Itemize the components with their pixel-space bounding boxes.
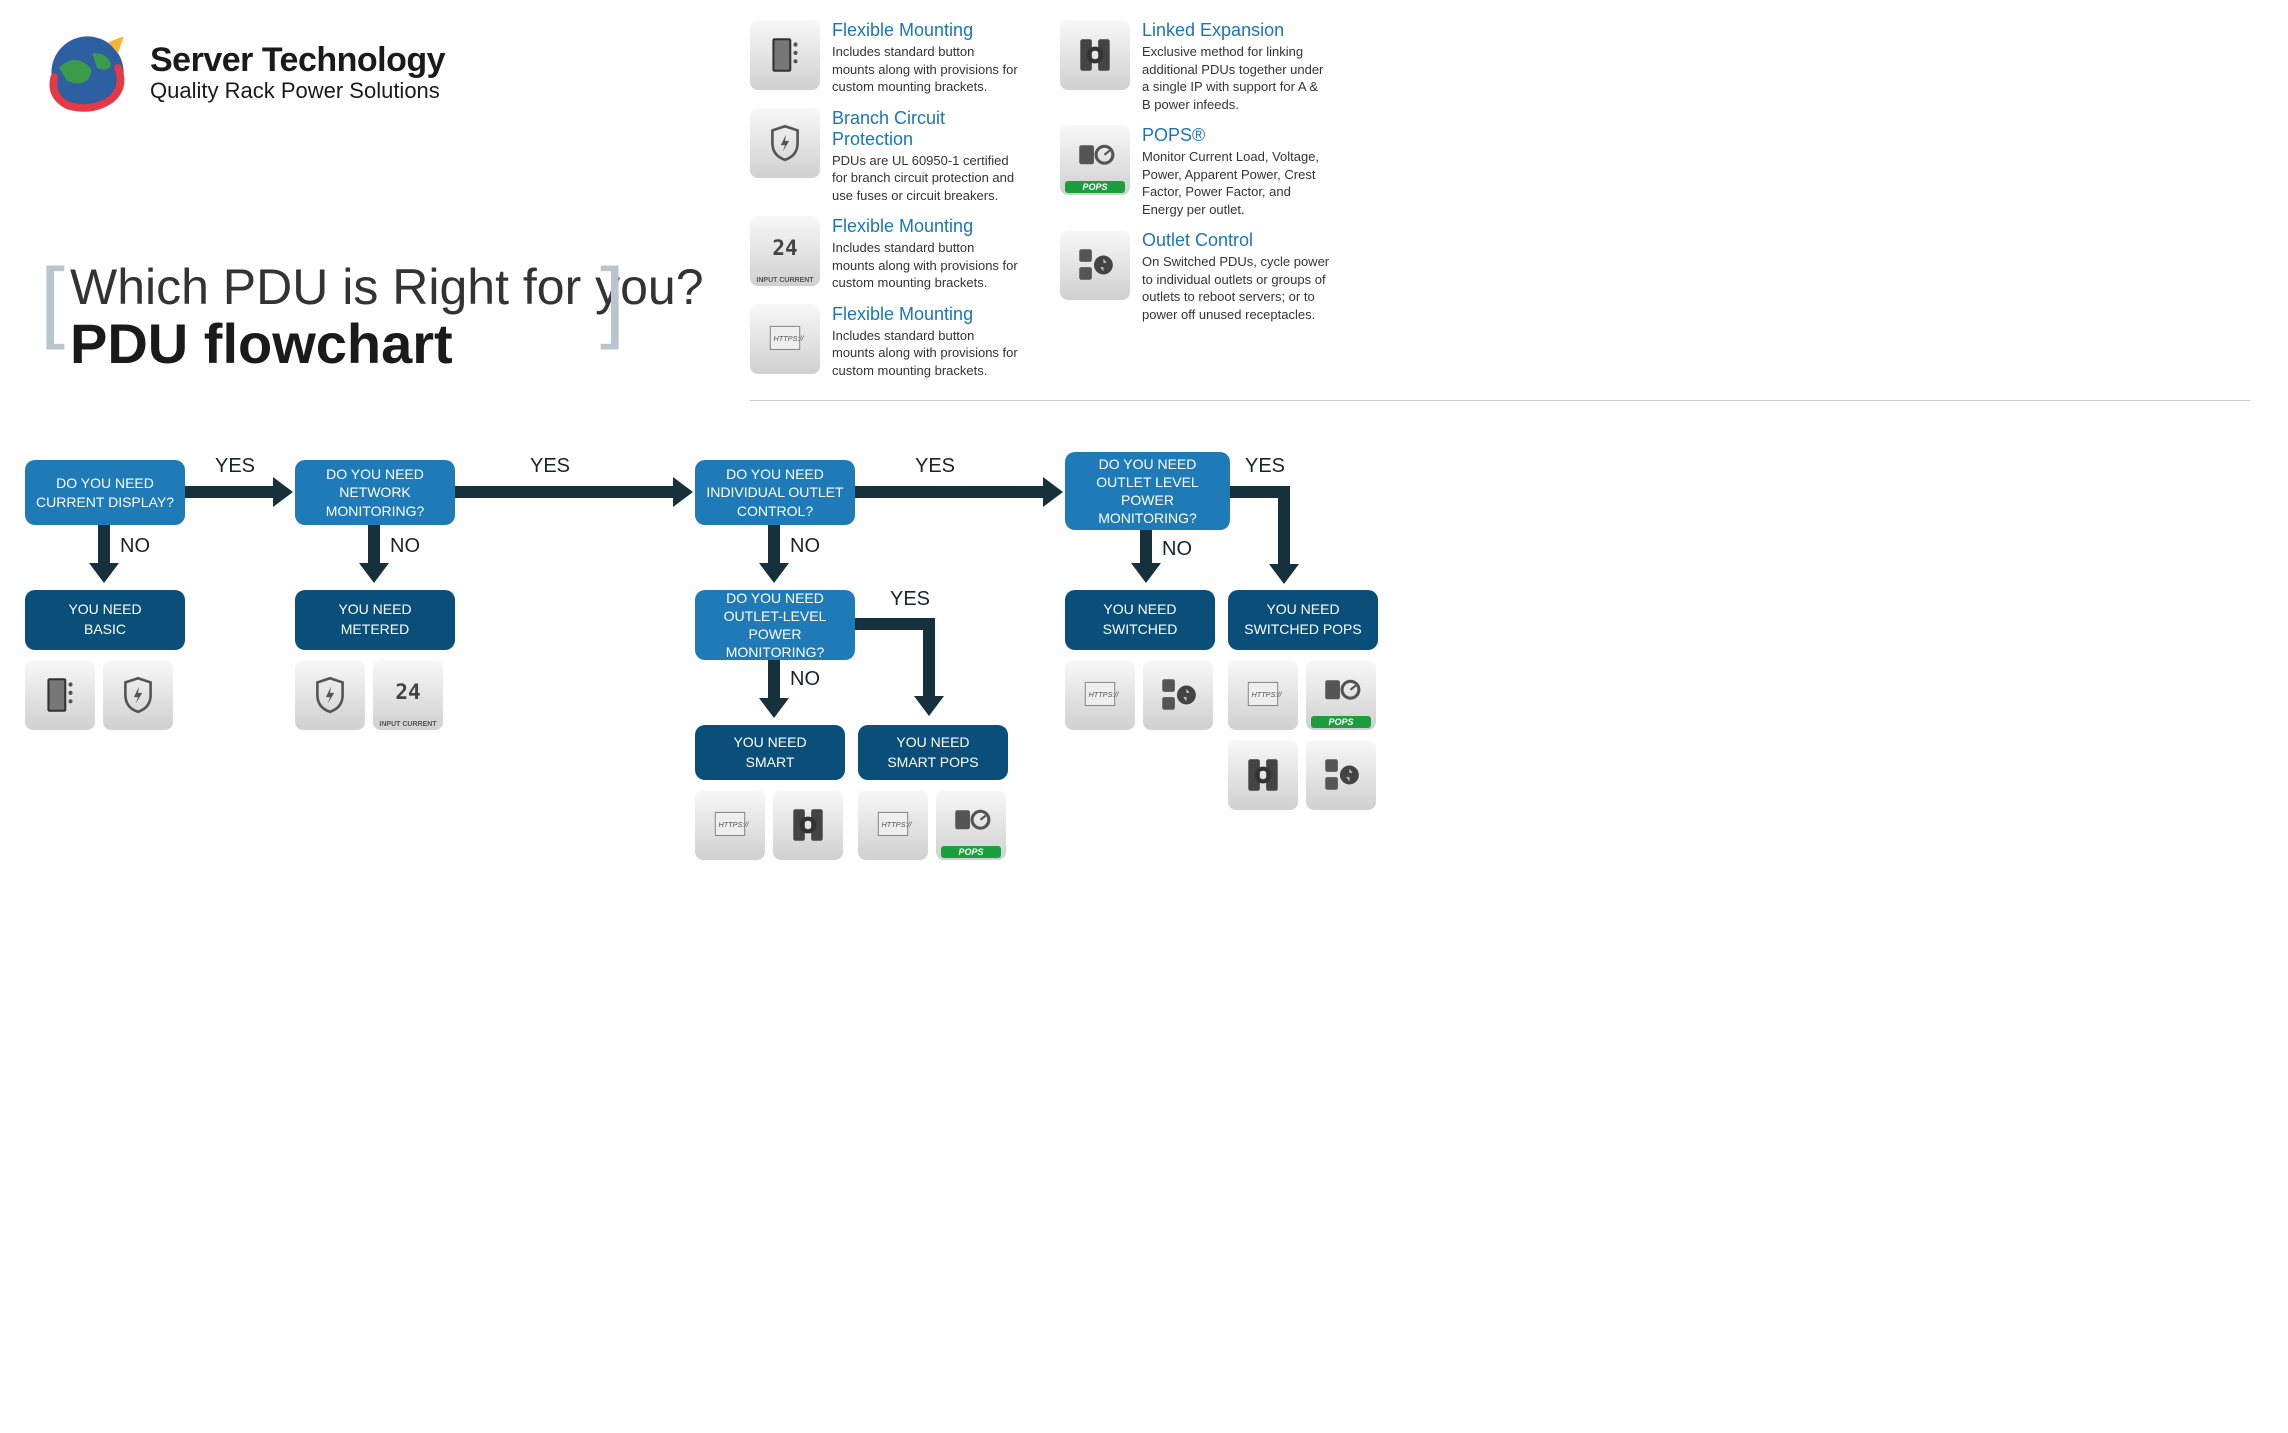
result-switched: YOU NEED SWITCHED	[1065, 590, 1215, 650]
link-icon	[1060, 20, 1130, 90]
svg-text:HTTPS://: HTTPS://	[718, 820, 749, 829]
svg-text:HTTPS://: HTTPS://	[773, 334, 804, 343]
label-yes: YES	[215, 455, 255, 478]
https-icon: HTTPS://	[695, 790, 765, 860]
label-yes: YES	[1245, 455, 1285, 478]
pops-icon: POPS	[936, 790, 1006, 860]
shield-icon	[103, 660, 173, 730]
logo-subtitle: Quality Rack Power Solutions	[150, 78, 445, 104]
arrow-yes	[1278, 486, 1290, 566]
https-icon: HTTPS://	[750, 304, 820, 374]
svg-text:24: 24	[395, 680, 420, 704]
shield-icon	[295, 660, 365, 730]
arrow-no	[768, 525, 780, 565]
https-icon: HTTPS://	[1065, 660, 1135, 730]
pops-icon: POPS	[1306, 660, 1376, 730]
feature-title: Flexible Mounting	[832, 216, 1020, 237]
question-outlet-control: DO YOU NEED INDIVIDUAL OUTLET CONTROL?	[695, 460, 855, 525]
logo-title: Server Technology	[150, 41, 445, 80]
label-yes: YES	[890, 588, 930, 611]
svg-text:HTTPS://: HTTPS://	[1251, 690, 1282, 699]
feature-desc: PDUs are UL 60950-1 certified for branch…	[832, 152, 1020, 205]
logo: Server Technology Quality Rack Power Sol…	[40, 25, 445, 120]
shield-icon	[750, 108, 820, 178]
icons-switched: HTTPS://	[1065, 660, 1213, 730]
flowchart: DO YOU NEED CURRENT DISPLAY? YES NO YOU …	[20, 450, 2270, 950]
label-no: NO	[790, 535, 820, 558]
icons-smart-pops: HTTPS:// POPS	[858, 790, 1006, 860]
feature-title: Branch Circuit Protection	[832, 108, 1020, 150]
feature-item: Branch Circuit ProtectionPDUs are UL 609…	[750, 108, 1020, 205]
outlet-icon	[1306, 740, 1376, 810]
label-no: NO	[1162, 538, 1192, 561]
outlet-icon	[1060, 230, 1130, 300]
icons-smart: HTTPS://	[695, 790, 843, 860]
feature-item: HTTPS:// Flexible MountingIncludes standa…	[750, 304, 1020, 380]
question-network-monitoring: DO YOU NEED NETWORK MONITORING?	[295, 460, 455, 525]
svg-text:HTTPS://: HTTPS://	[881, 820, 912, 829]
feature-item: Linked ExpansionExclusive method for lin…	[1060, 20, 1330, 113]
https-icon: HTTPS://	[858, 790, 928, 860]
result-switched-pops: YOU NEED SWITCHED POPS	[1228, 590, 1378, 650]
arrow-no	[98, 525, 110, 565]
result-basic: YOU NEED BASIC	[25, 590, 185, 650]
rack-icon	[750, 20, 820, 90]
question-outlet-level-monitoring: DO YOU NEED OUTLET LEVEL POWER MONITORIN…	[1065, 452, 1230, 530]
label-yes: YES	[915, 455, 955, 478]
icons-switched-pops: HTTPS:// POPS	[1228, 660, 1376, 730]
label-no: NO	[120, 535, 150, 558]
feature-desc: Includes standard button mounts along wi…	[832, 239, 1020, 292]
arrow-yes	[923, 618, 935, 698]
result-smart: YOU NEED SMART	[695, 725, 845, 780]
feature-title: Flexible Mounting	[832, 304, 1020, 325]
arrow-no	[1140, 530, 1152, 565]
arrow-no	[768, 660, 780, 700]
display24-icon: 24INPUT CURRENT	[750, 216, 820, 286]
divider	[750, 400, 2250, 401]
feature-desc: Includes standard button mounts along wi…	[832, 327, 1020, 380]
https-icon: HTTPS://	[1228, 660, 1298, 730]
result-metered: YOU NEED METERED	[295, 590, 455, 650]
arrow-no	[368, 525, 380, 565]
icons-switched-pops-2	[1228, 740, 1376, 810]
arrow-yes	[455, 486, 675, 498]
feature-title: Outlet Control	[1142, 230, 1330, 251]
arrow-yes	[185, 486, 275, 498]
feature-item: Flexible MountingIncludes standard butto…	[750, 20, 1020, 96]
feature-desc: Monitor Current Load, Voltage, Power, Ap…	[1142, 148, 1330, 218]
feature-title: POPS®	[1142, 125, 1330, 146]
icons-basic	[25, 660, 173, 730]
feature-title: Linked Expansion	[1142, 20, 1330, 41]
feature-desc: Exclusive method for linking additional …	[1142, 43, 1330, 113]
link-icon	[773, 790, 843, 860]
result-smart-pops: YOU NEED SMART POPS	[858, 725, 1008, 780]
svg-text:24: 24	[772, 236, 797, 260]
arrow-yes	[855, 486, 1045, 498]
feature-desc: Includes standard button mounts along wi…	[832, 43, 1020, 96]
icons-metered: 24INPUT CURRENT	[295, 660, 443, 730]
svg-text:HTTPS://: HTTPS://	[1088, 690, 1119, 699]
label-no: NO	[390, 535, 420, 558]
link-icon	[1228, 740, 1298, 810]
feature-item: POPS POPS®Monitor Current Load, Voltage, …	[1060, 125, 1330, 218]
pops-icon: POPS	[1060, 125, 1130, 195]
label-yes: YES	[530, 455, 570, 478]
feature-item: 24INPUT CURRENT Flexible MountingIncludes…	[750, 216, 1020, 292]
question-current-display: DO YOU NEED CURRENT DISPLAY?	[25, 460, 185, 525]
globe-icon	[40, 25, 135, 120]
bracket-right: ]	[600, 250, 625, 353]
feature-item: Outlet ControlOn Switched PDUs, cycle po…	[1060, 230, 1330, 323]
features-panel: Flexible MountingIncludes standard butto…	[750, 20, 2270, 380]
display-icon: 24INPUT CURRENT	[373, 660, 443, 730]
outlet-icon	[1143, 660, 1213, 730]
question-outlet-level-power: DO YOU NEED OUTLET-LEVEL POWER MONITORIN…	[695, 590, 855, 660]
feature-desc: On Switched PDUs, cycle power to individ…	[1142, 253, 1330, 323]
label-no: NO	[790, 668, 820, 691]
feature-title: Flexible Mounting	[832, 20, 1020, 41]
rack-icon	[25, 660, 95, 730]
